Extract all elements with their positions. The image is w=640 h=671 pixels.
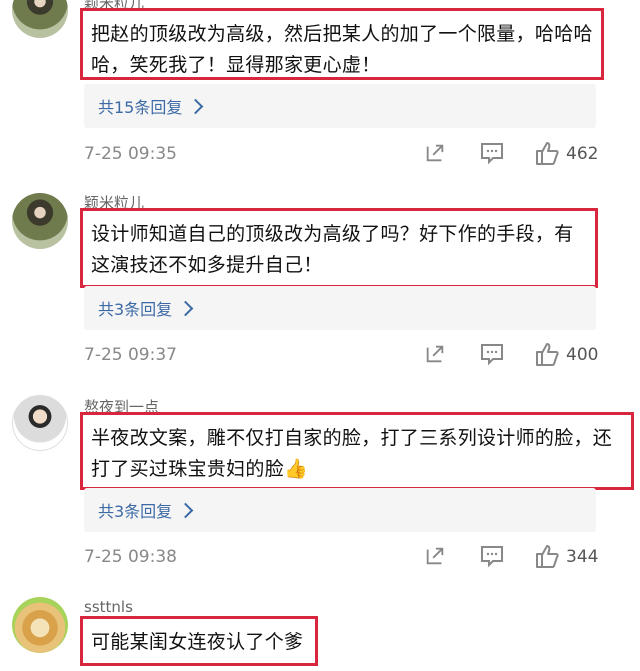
replies-link[interactable]: 共15条回复 — [84, 84, 596, 128]
replies-label: 共15条回复 — [98, 98, 183, 117]
avatar[interactable] — [12, 193, 68, 249]
chevron-right-icon — [177, 502, 194, 518]
comment-highlight-box: 可能某闺女连夜认了个爹 — [80, 616, 318, 666]
comment-text: 把赵的顶级改为高级，然后把某人的加了一个限量，哈哈哈哈，笑死我了！显得那家更心虚… — [91, 23, 593, 76]
replies-label: 共3条回复 — [98, 502, 173, 521]
share-icon[interactable] — [424, 343, 446, 365]
comment-time: 7-25 09:38 — [84, 547, 177, 567]
comment-time: 7-25 09:35 — [84, 144, 177, 164]
comment-text: 半夜改文案，雕不仅打自家的脸，打了三系列设计师的脸，还打了买过珠宝贵妇的脸👍 — [91, 427, 613, 480]
chevron-right-icon — [188, 98, 204, 114]
avatar[interactable] — [12, 597, 68, 653]
thumbs-up-icon[interactable] — [534, 543, 560, 569]
comment-highlight-box: 把赵的顶级改为高级，然后把某人的加了一个限量，哈哈哈哈，笑死我了！显得那家更心虚… — [80, 8, 604, 80]
comment-text: 设计师知道自己的顶级改为高级了吗？好下作的手段，有这演技还不如多提升自己！ — [91, 223, 574, 276]
comment-meta: 7-25 09:38 344 — [84, 543, 604, 573]
thumbs-up-icon[interactable] — [534, 341, 560, 367]
avatar[interactable] — [12, 0, 68, 38]
like-count: 400 — [566, 345, 599, 365]
comment-text: 可能某闺女连夜认了个爹 — [91, 631, 304, 653]
comment-highlight-box: 设计师知道自己的顶级改为高级了吗？好下作的手段，有这演技还不如多提升自己！ — [80, 208, 598, 288]
comment-icon[interactable] — [480, 545, 504, 567]
replies-link[interactable]: 共3条回复 — [84, 488, 596, 532]
share-icon[interactable] — [424, 545, 446, 567]
comment-highlight-box: 半夜改文案，雕不仅打自家的脸，打了三系列设计师的脸，还打了买过珠宝贵妇的脸👍 — [80, 412, 634, 490]
thumbs-up-icon[interactable] — [534, 140, 560, 166]
comment-meta: 7-25 09:35 462 — [84, 140, 604, 170]
comment-time: 7-25 09:37 — [84, 345, 177, 365]
chevron-right-icon — [177, 300, 194, 316]
comment-icon[interactable] — [480, 142, 504, 164]
comment-username[interactable]: ssttnls — [84, 598, 133, 616]
comment-meta: 7-25 09:37 400 — [84, 341, 604, 371]
like-count: 344 — [566, 547, 599, 567]
like-count: 462 — [566, 144, 599, 164]
comment-icon[interactable] — [480, 343, 504, 365]
replies-link[interactable]: 共3条回复 — [84, 286, 596, 330]
share-icon[interactable] — [424, 142, 446, 164]
replies-label: 共3条回复 — [98, 300, 173, 319]
avatar[interactable] — [12, 395, 68, 451]
